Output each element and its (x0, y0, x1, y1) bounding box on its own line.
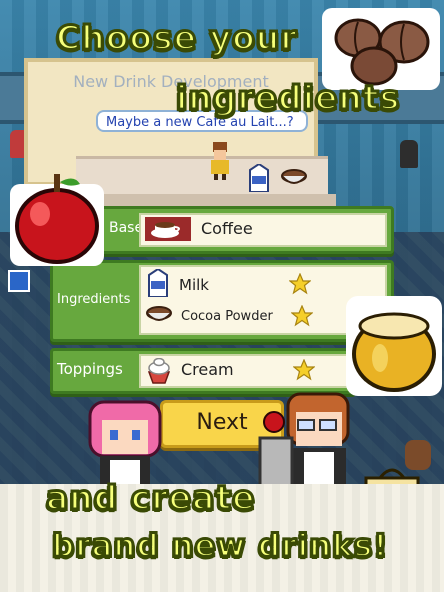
caption-and-create: and create (45, 477, 257, 519)
toppings-label: Toppings (57, 360, 123, 378)
ingredient-name: Cocoa Powder (181, 309, 273, 324)
caption-choose-your: Choose your (55, 17, 299, 59)
ingredient-name: Milk (179, 276, 209, 294)
topping-value: Cream (181, 360, 234, 379)
cocoa-bowl-icon (281, 169, 307, 184)
barista-sprite (211, 142, 229, 180)
ingredients-label: Ingredients (57, 292, 131, 307)
base-slot[interactable]: Coffee (139, 213, 387, 247)
sign-icon (8, 270, 30, 292)
coffee-cup-icon (145, 217, 191, 241)
toppings-slot[interactable]: Cream (139, 354, 349, 388)
background-customer (400, 140, 418, 168)
milk-carton-icon (249, 164, 269, 192)
honey-pot-icon (346, 296, 442, 396)
base-label: Base (109, 220, 144, 236)
milk-carton-icon (148, 269, 168, 297)
caption-brand-new-drinks: brand new drinks! (50, 527, 389, 566)
ingredients-panel: Ingredients Milk Cocoa Powder (50, 260, 394, 342)
star-icon (291, 305, 313, 327)
star-icon (289, 273, 311, 295)
cream-cup-icon (147, 358, 171, 384)
star-icon (293, 359, 315, 381)
caption-ingredients: ingredients (174, 77, 401, 119)
base-value: Coffee (201, 219, 253, 238)
cocoa-bowl-icon (146, 306, 172, 321)
apple-icon (10, 174, 104, 266)
